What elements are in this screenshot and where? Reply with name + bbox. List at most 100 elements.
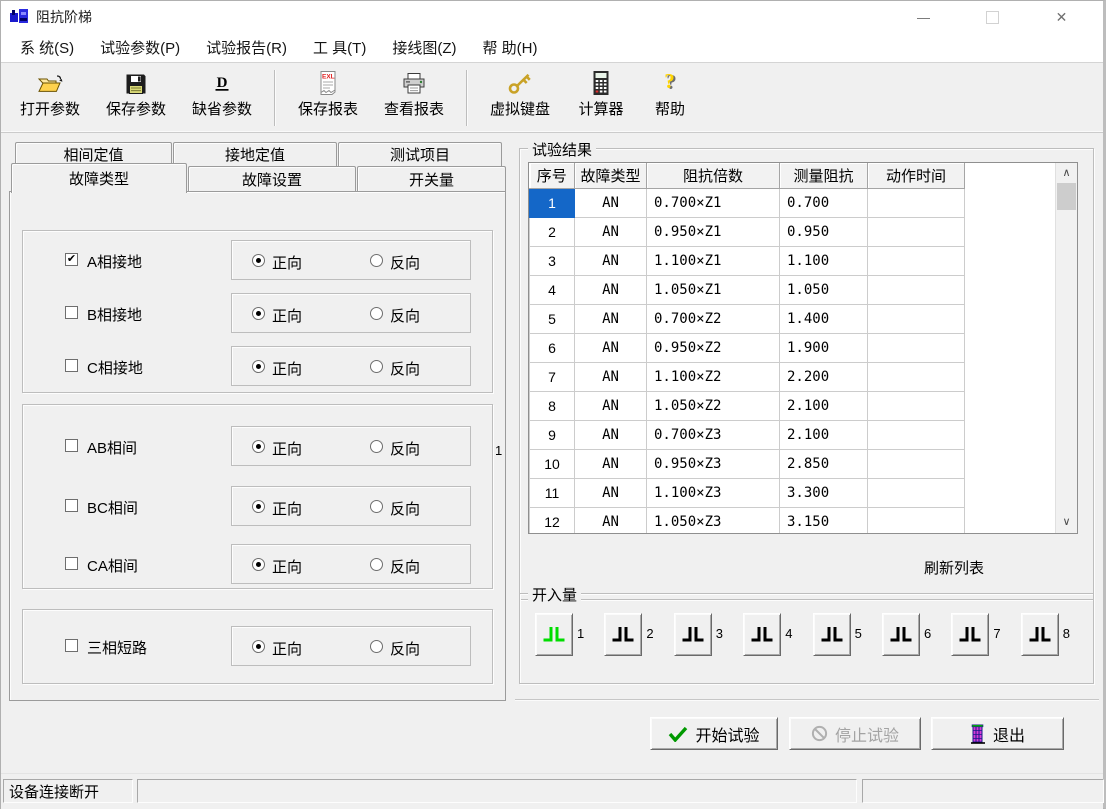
binary-input-button-6[interactable]: [882, 613, 920, 656]
table-cell[interactable]: AN: [575, 247, 647, 276]
radio-reverse[interactable]: [370, 640, 383, 653]
table-cell[interactable]: [868, 450, 965, 479]
scroll-up-icon[interactable]: [1056, 163, 1077, 182]
tab-接地定值[interactable]: 接地定值: [173, 142, 337, 166]
binary-input-button-2[interactable]: [604, 613, 642, 656]
table-cell[interactable]: 2.850: [780, 450, 868, 479]
column-header[interactable]: 测量阻抗: [780, 163, 868, 189]
table-cell[interactable]: 0.700: [780, 189, 868, 218]
start-test-button[interactable]: 开始试验: [650, 717, 778, 750]
table-cell[interactable]: 10: [530, 450, 575, 479]
table-cell[interactable]: [868, 508, 965, 535]
table-cell[interactable]: 1.050: [780, 276, 868, 305]
menu-item-4[interactable]: 接线图(Z): [392, 37, 456, 58]
radio-forward[interactable]: [252, 440, 265, 453]
scroll-down-icon[interactable]: [1056, 512, 1077, 531]
table-cell[interactable]: 1.100×Z3: [647, 479, 780, 508]
table-cell[interactable]: 1.050×Z2: [647, 392, 780, 421]
table-cell[interactable]: 11: [530, 479, 575, 508]
table-cell[interactable]: AN: [575, 508, 647, 535]
table-cell[interactable]: 2: [530, 218, 575, 247]
table-cell[interactable]: 3: [530, 247, 575, 276]
tab-开关量[interactable]: 开关量: [357, 166, 506, 191]
toolbar-help-button[interactable]: ??帮助: [639, 68, 701, 128]
fault-checkbox[interactable]: [65, 639, 78, 652]
table-cell[interactable]: 0.950×Z2: [647, 334, 780, 363]
binary-input-button-8[interactable]: [1021, 613, 1059, 656]
table-cell[interactable]: AN: [575, 421, 647, 450]
fault-checkbox[interactable]: [65, 253, 78, 266]
table-cell[interactable]: 12: [530, 508, 575, 535]
table-cell[interactable]: 1.050×Z1: [647, 276, 780, 305]
binary-input-button-5[interactable]: [813, 613, 851, 656]
radio-forward[interactable]: [252, 254, 265, 267]
menu-item-3[interactable]: 工 具(T): [313, 37, 366, 58]
table-cell[interactable]: [868, 392, 965, 421]
radio-reverse[interactable]: [370, 558, 383, 571]
table-cell[interactable]: AN: [575, 218, 647, 247]
toolbar-virtual-keyboard-button[interactable]: 虚拟键盘: [477, 68, 563, 128]
table-cell[interactable]: [868, 363, 965, 392]
close-button[interactable]: ✕: [1027, 1, 1096, 33]
binary-input-button-1[interactable]: [535, 613, 573, 656]
table-cell[interactable]: 7: [530, 363, 575, 392]
table-cell[interactable]: 0.950×Z1: [647, 218, 780, 247]
exit-button[interactable]: 退出: [931, 717, 1064, 750]
radio-forward[interactable]: [252, 500, 265, 513]
toolbar-calculator-button[interactable]: 计算器: [563, 68, 639, 128]
radio-forward[interactable]: [252, 558, 265, 571]
table-cell[interactable]: [868, 189, 965, 218]
table-cell[interactable]: 2.100: [780, 392, 868, 421]
menu-item-5[interactable]: 帮 助(H): [482, 37, 537, 58]
fault-checkbox[interactable]: [65, 306, 78, 319]
binary-input-button-3[interactable]: [674, 613, 712, 656]
toolbar-default-params-button[interactable]: D缺省参数: [179, 68, 265, 128]
fault-checkbox[interactable]: [65, 557, 78, 570]
table-cell[interactable]: AN: [575, 334, 647, 363]
column-header[interactable]: 故障类型: [575, 163, 647, 189]
table-cell[interactable]: 0.950×Z3: [647, 450, 780, 479]
fault-checkbox[interactable]: [65, 359, 78, 372]
maximize-button[interactable]: [958, 1, 1027, 33]
radio-reverse[interactable]: [370, 440, 383, 453]
table-cell[interactable]: 1.400: [780, 305, 868, 334]
table-cell[interactable]: [868, 421, 965, 450]
table-cell[interactable]: 1: [530, 189, 575, 218]
table-cell[interactable]: AN: [575, 363, 647, 392]
column-header[interactable]: 动作时间: [868, 163, 965, 189]
tab-故障设置[interactable]: 故障设置: [188, 166, 356, 191]
table-cell[interactable]: 4: [530, 276, 575, 305]
table-cell[interactable]: AN: [575, 305, 647, 334]
table-cell[interactable]: 3.300: [780, 479, 868, 508]
toolbar-save-report-button[interactable]: EXL保存报表: [285, 68, 371, 128]
table-cell[interactable]: 0.700×Z2: [647, 305, 780, 334]
table-cell[interactable]: AN: [575, 276, 647, 305]
radio-reverse[interactable]: [370, 307, 383, 320]
table-cell[interactable]: [868, 305, 965, 334]
tab-测试项目[interactable]: 测试项目: [338, 142, 502, 166]
tab-故障类型[interactable]: 故障类型: [11, 163, 187, 193]
table-cell[interactable]: 9: [530, 421, 575, 450]
toolbar-save-params-button[interactable]: 保存参数: [93, 68, 179, 128]
table-cell[interactable]: AN: [575, 392, 647, 421]
table-cell[interactable]: 0.700×Z1: [647, 189, 780, 218]
radio-forward[interactable]: [252, 640, 265, 653]
refresh-list-link[interactable]: 刷新列表: [924, 557, 984, 578]
table-cell[interactable]: 1.100×Z2: [647, 363, 780, 392]
fault-checkbox[interactable]: [65, 499, 78, 512]
table-cell[interactable]: 2.100: [780, 421, 868, 450]
toolbar-view-report-button[interactable]: 查看报表: [371, 68, 457, 128]
table-cell[interactable]: [868, 218, 965, 247]
radio-forward[interactable]: [252, 307, 265, 320]
table-cell[interactable]: 0.700×Z3: [647, 421, 780, 450]
radio-reverse[interactable]: [370, 500, 383, 513]
table-cell[interactable]: 6: [530, 334, 575, 363]
results-scrollbar[interactable]: [1055, 163, 1077, 533]
table-cell[interactable]: [868, 334, 965, 363]
table-cell[interactable]: 5: [530, 305, 575, 334]
table-cell[interactable]: 2.200: [780, 363, 868, 392]
table-cell[interactable]: 1.050×Z3: [647, 508, 780, 535]
radio-reverse[interactable]: [370, 360, 383, 373]
table-cell[interactable]: [868, 247, 965, 276]
menu-item-2[interactable]: 试验报告(R): [206, 37, 287, 58]
